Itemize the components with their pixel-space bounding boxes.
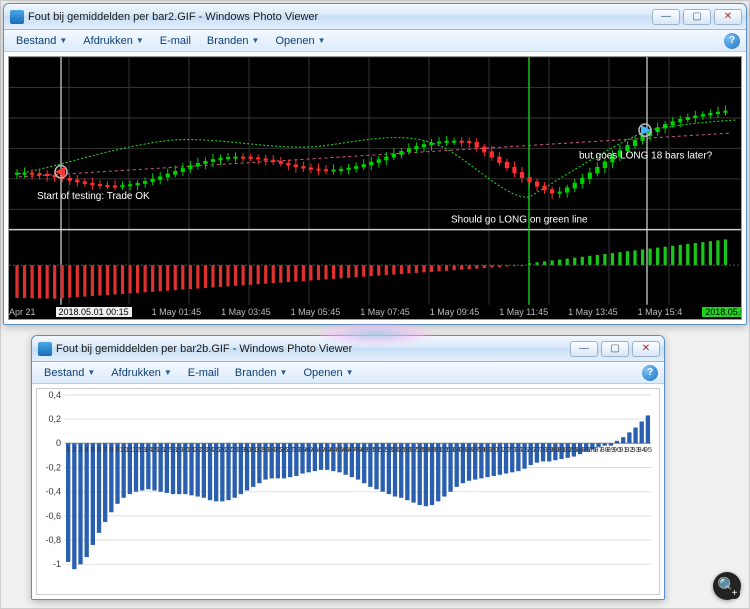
menu-openen[interactable]: Openen▼ <box>269 33 331 49</box>
photo-viewer-window-2: Fout bij gemiddelden per bar2b.GIF - Win… <box>31 335 665 600</box>
trade-marker-late-long <box>639 124 651 136</box>
app-icon <box>38 342 52 356</box>
time-axis: Apr 212018.05.01 00:151 May 01:451 May 0… <box>9 305 741 319</box>
chevron-down-icon: ▼ <box>346 368 354 377</box>
titlebar[interactable]: Fout bij gemiddelden per bar2.GIF - Wind… <box>4 4 746 30</box>
chevron-down-icon: ▼ <box>252 36 260 45</box>
minimize-button[interactable]: — <box>570 341 598 357</box>
svg-text:6: 6 <box>97 445 101 454</box>
maximize-button[interactable]: ▢ <box>601 341 629 357</box>
menubar: Bestand▼ Afdrukken▼ E-mail Branden▼ Open… <box>32 362 664 384</box>
annotation-start: Start of testing: Trade OK <box>37 191 150 202</box>
svg-text:5: 5 <box>91 445 95 454</box>
menu-email[interactable]: E-mail <box>154 33 197 49</box>
svg-text:-0,2: -0,2 <box>46 463 62 473</box>
menu-branden[interactable]: Branden▼ <box>229 365 294 381</box>
window-title: Fout bij gemiddelden per bar2b.GIF - Win… <box>56 343 566 355</box>
annotation-should-long: Should go LONG on green line <box>451 214 588 225</box>
svg-text:0: 0 <box>56 438 61 448</box>
svg-text:1: 1 <box>66 445 70 454</box>
menu-bestand[interactable]: Bestand▼ <box>10 33 73 49</box>
svg-text:-1: -1 <box>53 559 61 569</box>
chevron-down-icon: ▼ <box>136 36 144 45</box>
menubar: Bestand▼ Afdrukken▼ E-mail Branden▼ Open… <box>4 30 746 52</box>
close-button[interactable]: ✕ <box>714 9 742 25</box>
window-title: Fout bij gemiddelden per bar2.GIF - Wind… <box>28 11 648 23</box>
svg-text:7: 7 <box>103 445 107 454</box>
svg-text:8: 8 <box>109 445 113 454</box>
svg-text:4: 4 <box>85 445 89 454</box>
svg-text:-0,4: -0,4 <box>46 487 62 497</box>
svg-text:95: 95 <box>644 445 652 454</box>
menu-email[interactable]: E-mail <box>182 365 225 381</box>
app-icon <box>10 10 24 24</box>
decorative-blur <box>315 323 435 345</box>
svg-text:-0,6: -0,6 <box>46 511 62 521</box>
menu-openen[interactable]: Openen▼ <box>297 365 359 381</box>
svg-text:0,2: 0,2 <box>49 414 62 424</box>
chevron-down-icon: ▼ <box>87 368 95 377</box>
help-icon[interactable]: ? <box>724 33 740 49</box>
bar-chart[interactable]: 0,40,20-0,2-0,4-0,6-0,8-1 12345678910111… <box>36 388 660 595</box>
chevron-down-icon: ▼ <box>280 368 288 377</box>
svg-text:0,4: 0,4 <box>49 390 62 400</box>
menu-afdrukken[interactable]: Afdrukken▼ <box>77 33 149 49</box>
svg-text:3: 3 <box>78 445 82 454</box>
plus-icon: + <box>729 588 740 599</box>
chevron-down-icon: ▼ <box>318 36 326 45</box>
zoom-in-button[interactable]: 🔍 + <box>713 572 741 600</box>
chevron-down-icon: ▼ <box>59 36 67 45</box>
svg-text:-0,8: -0,8 <box>46 535 62 545</box>
maximize-button[interactable]: ▢ <box>683 9 711 25</box>
help-icon[interactable]: ? <box>642 365 658 381</box>
annotation-but-long: but goes LONG 18 bars later? <box>579 150 713 161</box>
menu-bestand[interactable]: Bestand▼ <box>38 365 101 381</box>
price-chart[interactable]: Start of testing: Trade OK Should go LON… <box>8 56 742 320</box>
photo-viewer-window-1: Fout bij gemiddelden per bar2.GIF - Wind… <box>3 3 747 325</box>
minimize-button[interactable]: — <box>652 9 680 25</box>
chevron-down-icon: ▼ <box>164 368 172 377</box>
close-button[interactable]: ✕ <box>632 341 660 357</box>
menu-afdrukken[interactable]: Afdrukken▼ <box>105 365 177 381</box>
svg-text:2: 2 <box>72 445 76 454</box>
menu-branden[interactable]: Branden▼ <box>201 33 266 49</box>
